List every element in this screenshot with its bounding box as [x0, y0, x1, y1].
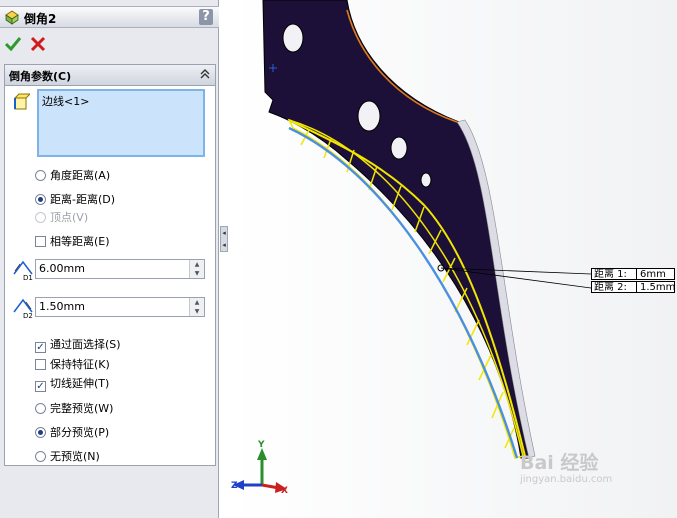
- checkbox-keep-features[interactable]: 保持特征(K): [35, 357, 110, 373]
- radio-angle-distance[interactable]: 角度距离(A): [35, 168, 110, 184]
- radio-indicator[interactable]: [35, 403, 46, 414]
- group-header[interactable]: 倒角参数(C): [5, 65, 215, 86]
- watermark-logo: Bai 经验: [520, 452, 599, 474]
- radio-indicator[interactable]: [35, 170, 46, 181]
- radio-indicator[interactable]: [35, 427, 46, 438]
- checkbox-box[interactable]: [35, 236, 46, 247]
- distance-d2-input[interactable]: 1.50mm ▲ ▼: [35, 297, 205, 317]
- selected-edges-list[interactable]: 边线<1>: [37, 89, 205, 157]
- dimension-callout-2[interactable]: 距离 2: 1.5mm: [591, 281, 675, 293]
- panel-collapse-handle[interactable]: ◂ ◂: [220, 226, 228, 252]
- spinner-down-icon[interactable]: ▼: [190, 269, 204, 278]
- chamfer-feature-icon: [5, 10, 19, 25]
- hole: [357, 100, 381, 132]
- checkbox-box[interactable]: ✓: [35, 381, 46, 392]
- hole: [282, 23, 304, 53]
- radio-indicator[interactable]: [35, 194, 46, 205]
- svg-text:D2: D2: [23, 312, 33, 319]
- radio-indicator: [35, 212, 46, 223]
- edge-selection-icon: [13, 93, 30, 110]
- help-button[interactable]: ?: [199, 9, 213, 25]
- d1-spinner: ▲ ▼: [189, 260, 204, 278]
- watermark-url: jingyan.baidu.com: [520, 474, 613, 485]
- feature-title: 倒角2: [24, 12, 57, 26]
- distance-d2-icon: D2: [13, 298, 33, 319]
- dimension-callout-1[interactable]: 距离 1: 6mm: [591, 268, 675, 280]
- hole: [390, 136, 408, 160]
- radio-indicator[interactable]: [35, 451, 46, 462]
- radio-vertex: 顶点(V): [35, 210, 88, 226]
- collapse-chevron-icon[interactable]: [199, 68, 211, 80]
- z-axis-label: Z: [231, 481, 238, 491]
- radio-full-preview[interactable]: 完整预览(W): [35, 401, 113, 417]
- svg-text:D1: D1: [23, 274, 33, 281]
- checkbox-equal-distance[interactable]: 相等距离(E): [35, 234, 110, 250]
- cross-icon[interactable]: [29, 35, 47, 53]
- spinner-down-icon[interactable]: ▼: [190, 307, 204, 316]
- hole: [420, 172, 432, 188]
- x-axis-label: X: [281, 486, 288, 496]
- d2-spinner: ▲ ▼: [189, 298, 204, 316]
- graphics-viewport[interactable]: 距离 1: 6mm 距离 2: 1.5mm Y Z X: [229, 0, 677, 518]
- radio-no-preview[interactable]: 无预览(N): [35, 449, 100, 465]
- property-manager: 倒角2 ? 倒角参数(C) 边线<1> 角度距离(A) 距离-距离(D) 顶点(…: [0, 0, 219, 518]
- chamfer-parameters-group: 倒角参数(C) 边线<1> 角度距离(A) 距离-距离(D) 顶点(V) 相等距…: [4, 64, 216, 466]
- part-model-view[interactable]: [229, 0, 677, 518]
- distance-d1-input[interactable]: 6.00mm ▲ ▼: [35, 259, 205, 279]
- radio-distance-distance[interactable]: 距离-距离(D): [35, 192, 115, 208]
- checkbox-box[interactable]: [35, 359, 46, 370]
- radio-partial-preview[interactable]: 部分预览(P): [35, 425, 109, 441]
- group-title: 倒角参数(C): [9, 70, 72, 83]
- y-axis-label: Y: [258, 440, 265, 450]
- checkmark-icon[interactable]: [4, 35, 22, 53]
- checkbox-select-through-faces[interactable]: ✓ 通过面选择(S): [35, 337, 121, 353]
- distance-d1-icon: D1: [13, 260, 33, 281]
- checkbox-box[interactable]: ✓: [35, 342, 46, 353]
- checkbox-tangent-propagation[interactable]: ✓ 切线延伸(T): [35, 376, 109, 392]
- feature-title-bar: 倒角2 ?: [0, 6, 219, 28]
- list-item[interactable]: 边线<1>: [42, 95, 89, 108]
